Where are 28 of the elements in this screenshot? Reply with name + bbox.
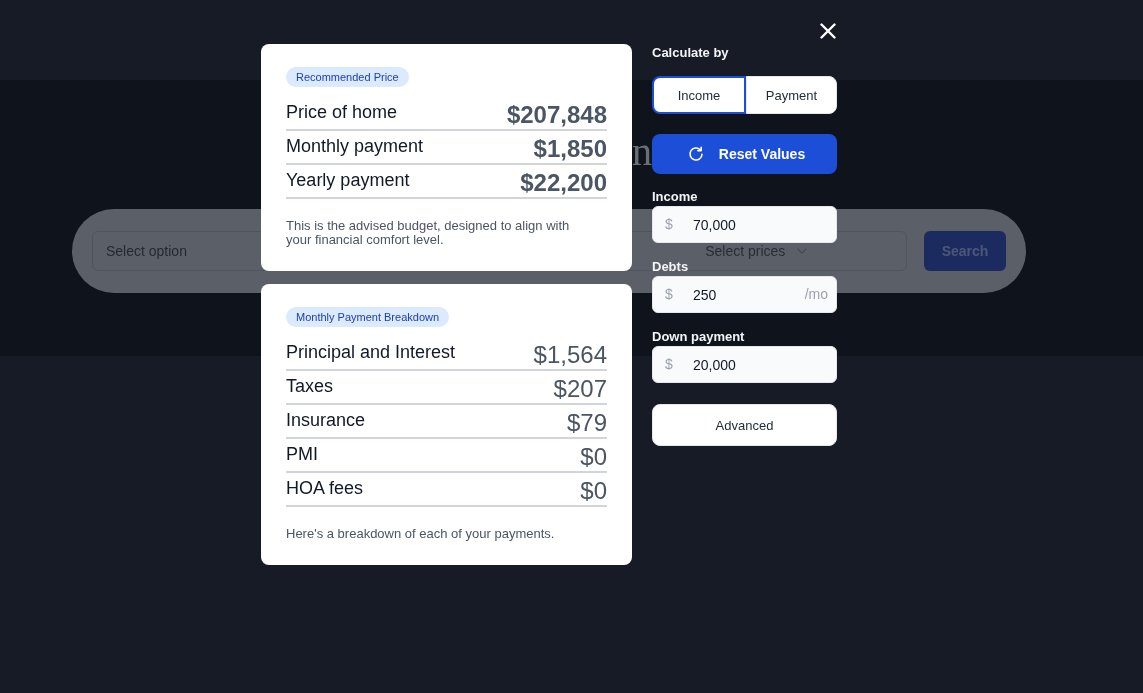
row-label: Taxes (286, 375, 334, 398)
row-label: PMI (286, 443, 318, 466)
card-note: This is the advised budget, designed to align with your financial comfort level. (286, 219, 571, 247)
row-label: HOA fees (286, 477, 364, 500)
row-value: $79 (566, 409, 607, 437)
section-tag: Recommended Price (286, 67, 409, 87)
section-tag: Monthly Payment Breakdown (286, 307, 450, 327)
currency-symbol: $ (665, 356, 673, 373)
row-label: Insurance (286, 409, 366, 432)
row-label: Yearly payment (286, 169, 410, 192)
field-label: Income (652, 189, 699, 205)
row-value: $1,850 (533, 135, 607, 163)
currency-symbol: $ (665, 216, 673, 233)
section-label: Calculate by (652, 45, 730, 61)
row-label: Price of home (286, 101, 398, 124)
card-note: Here's a breakdown of each of your payments. (286, 527, 556, 541)
currency-symbol: $ (665, 286, 673, 303)
row-label: Principal and Interest (286, 341, 456, 364)
row-value: $22,200 (520, 169, 607, 197)
field-label: Down payment (652, 329, 746, 345)
row-value: $207 (553, 375, 607, 403)
unit-suffix: /mo (804, 286, 828, 303)
page-heading: n (632, 132, 652, 172)
row-value: $207,848 (506, 101, 607, 129)
row-value: $0 (580, 443, 607, 471)
row-label: Monthly payment (286, 135, 424, 158)
row-value: $1,564 (533, 341, 607, 369)
row-value: $0 (580, 477, 607, 505)
